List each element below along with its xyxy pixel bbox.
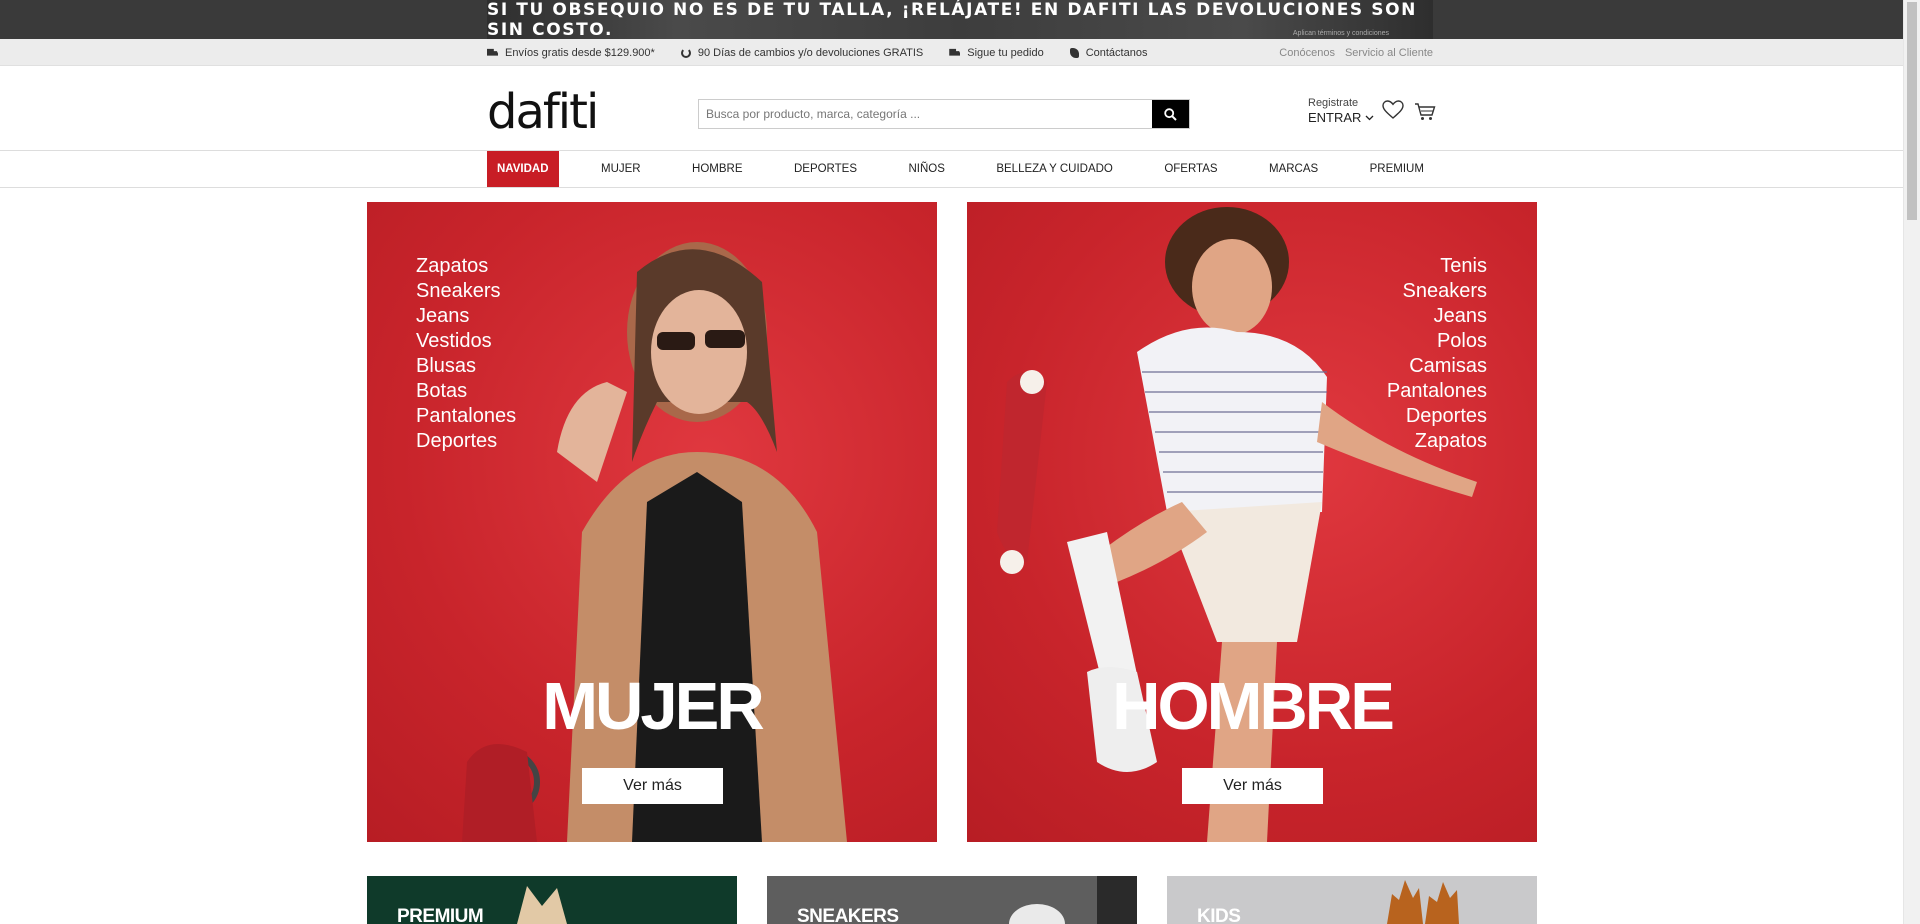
- nav-item-belleza[interactable]: BELLEZA Y CUIDADO: [987, 151, 1122, 187]
- nav-item-hombre[interactable]: HOMBRE: [683, 151, 751, 187]
- truck-icon: [949, 48, 961, 56]
- hombre-link-camisas[interactable]: Camisas: [1387, 354, 1487, 379]
- promo-text: SI TU OBSEQUIO NO ES DE TU TALLA, ¡RELÁJ…: [487, 0, 1417, 40]
- main-nav: NAVIDAD MUJER HOMBRE DEPORTES NIÑOS BELL…: [0, 150, 1920, 188]
- tile-kids[interactable]: KIDS: [1167, 876, 1537, 924]
- promo-terms[interactable]: Aplican términos y condiciones: [1293, 30, 1389, 37]
- promo-banner[interactable]: SI TU OBSEQUIO NO ES DE TU TALLA, ¡RELÁJ…: [0, 0, 1920, 40]
- login-label: ENTRAR: [1308, 110, 1362, 126]
- search-button[interactable]: [1152, 100, 1189, 128]
- hombre-link-polos[interactable]: Polos: [1387, 329, 1487, 354]
- free-shipping-link[interactable]: Envíos gratis desde $129.900*: [487, 47, 655, 59]
- hombre-link-zapatos[interactable]: Zapatos: [1387, 429, 1487, 454]
- mujer-title: MUJER: [542, 669, 765, 744]
- nav-item-ofertas[interactable]: OFERTAS: [1155, 151, 1226, 187]
- search-bar: [698, 99, 1190, 129]
- chevron-down-icon: [1365, 115, 1374, 121]
- utility-bar: Envíos gratis desde $129.900* 90 Días de…: [0, 39, 1920, 66]
- phone-icon: [1069, 47, 1079, 58]
- cart-icon[interactable]: [1414, 102, 1436, 121]
- mujer-link-pantalones[interactable]: Pantalones: [416, 404, 516, 429]
- returns-label: 90 Días de cambios y/o devoluciones GRAT…: [697, 46, 924, 59]
- hombre-ver-mas-button[interactable]: Ver más: [1182, 768, 1323, 804]
- search-icon: [1164, 107, 1177, 121]
- login-dropdown[interactable]: ENTRAR: [1308, 110, 1374, 126]
- category-tiles: PREMIUM SNEAKERS KIDS: [367, 876, 1537, 924]
- promo-banner-inner[interactable]: SI TU OBSEQUIO NO ES DE TU TALLA, ¡RELÁJ…: [487, 0, 1433, 40]
- account-menu[interactable]: Registrate ENTRAR: [1308, 97, 1374, 126]
- hombre-link-tenis[interactable]: Tenis: [1387, 254, 1487, 279]
- hombre-title: HOMBRE: [1112, 669, 1395, 744]
- exchange-icon: [680, 47, 691, 58]
- register-link[interactable]: Registrate: [1308, 97, 1374, 110]
- about-link[interactable]: Conócenos: [1279, 47, 1335, 59]
- track-order-link[interactable]: Sigue tu pedido: [949, 46, 1044, 59]
- mujer-link-botas[interactable]: Botas: [416, 379, 516, 404]
- track-order-label: Sigue tu pedido: [967, 46, 1044, 59]
- mujer-link-blusas[interactable]: Blusas: [416, 354, 516, 379]
- hero-section: Zapatos Sneakers Jeans Vestidos Blusas B…: [367, 202, 1537, 842]
- nav-item-navidad[interactable]: NAVIDAD: [487, 151, 559, 187]
- heart-icon[interactable]: [1382, 100, 1404, 120]
- tile-premium-label: PREMIUM: [397, 906, 484, 924]
- hero-hombre[interactable]: Tenis Sneakers Jeans Polos Camisas Panta…: [967, 202, 1537, 842]
- contact-link[interactable]: Contáctanos: [1069, 46, 1148, 59]
- customer-service-link[interactable]: Servicio al Cliente: [1345, 47, 1433, 59]
- scrollbar-thumb[interactable]: [1907, 2, 1917, 220]
- dafiti-logo[interactable]: dafiti: [487, 84, 599, 140]
- site-header: dafiti Registrate ENTRAR: [0, 66, 1920, 150]
- mujer-link-deportes[interactable]: Deportes: [416, 429, 516, 454]
- hombre-link-jeans[interactable]: Jeans: [1387, 304, 1487, 329]
- nav-item-premium[interactable]: PREMIUM: [1361, 151, 1433, 187]
- free-shipping-label: Envíos gratis desde $129.900*: [505, 46, 655, 59]
- hero-mujer[interactable]: Zapatos Sneakers Jeans Vestidos Blusas B…: [367, 202, 937, 842]
- returns-link[interactable]: 90 Días de cambios y/o devoluciones GRAT…: [680, 46, 924, 59]
- mujer-category-list: Zapatos Sneakers Jeans Vestidos Blusas B…: [416, 254, 516, 454]
- tile-premium[interactable]: PREMIUM: [367, 876, 737, 924]
- nav-item-marcas[interactable]: MARCAS: [1260, 151, 1327, 187]
- mujer-link-vestidos[interactable]: Vestidos: [416, 329, 516, 354]
- search-input[interactable]: [699, 100, 1152, 128]
- hombre-link-sneakers[interactable]: Sneakers: [1387, 279, 1488, 304]
- mujer-link-zapatos[interactable]: Zapatos: [416, 254, 516, 279]
- hombre-category-list: Tenis Sneakers Jeans Polos Camisas Panta…: [1387, 254, 1487, 454]
- contact-label: Contáctanos: [1085, 46, 1148, 59]
- tile-kids-label: KIDS: [1197, 906, 1241, 924]
- hombre-link-pantalones[interactable]: Pantalones: [1387, 379, 1487, 404]
- mujer-link-jeans[interactable]: Jeans: [416, 304, 516, 329]
- nav-item-mujer[interactable]: MUJER: [592, 151, 650, 187]
- hombre-link-deportes[interactable]: Deportes: [1387, 404, 1487, 429]
- nav-item-ninos[interactable]: NIÑOS: [899, 151, 953, 187]
- mujer-ver-mas-button[interactable]: Ver más: [582, 768, 723, 804]
- mujer-link-sneakers[interactable]: Sneakers: [416, 279, 516, 304]
- tile-sneakers-label: SNEAKERS: [797, 906, 899, 924]
- nav-item-deportes[interactable]: DEPORTES: [785, 151, 866, 187]
- page-scrollbar[interactable]: [1903, 0, 1920, 924]
- tile-sneakers[interactable]: SNEAKERS: [767, 876, 1137, 924]
- truck-icon: [487, 48, 498, 56]
